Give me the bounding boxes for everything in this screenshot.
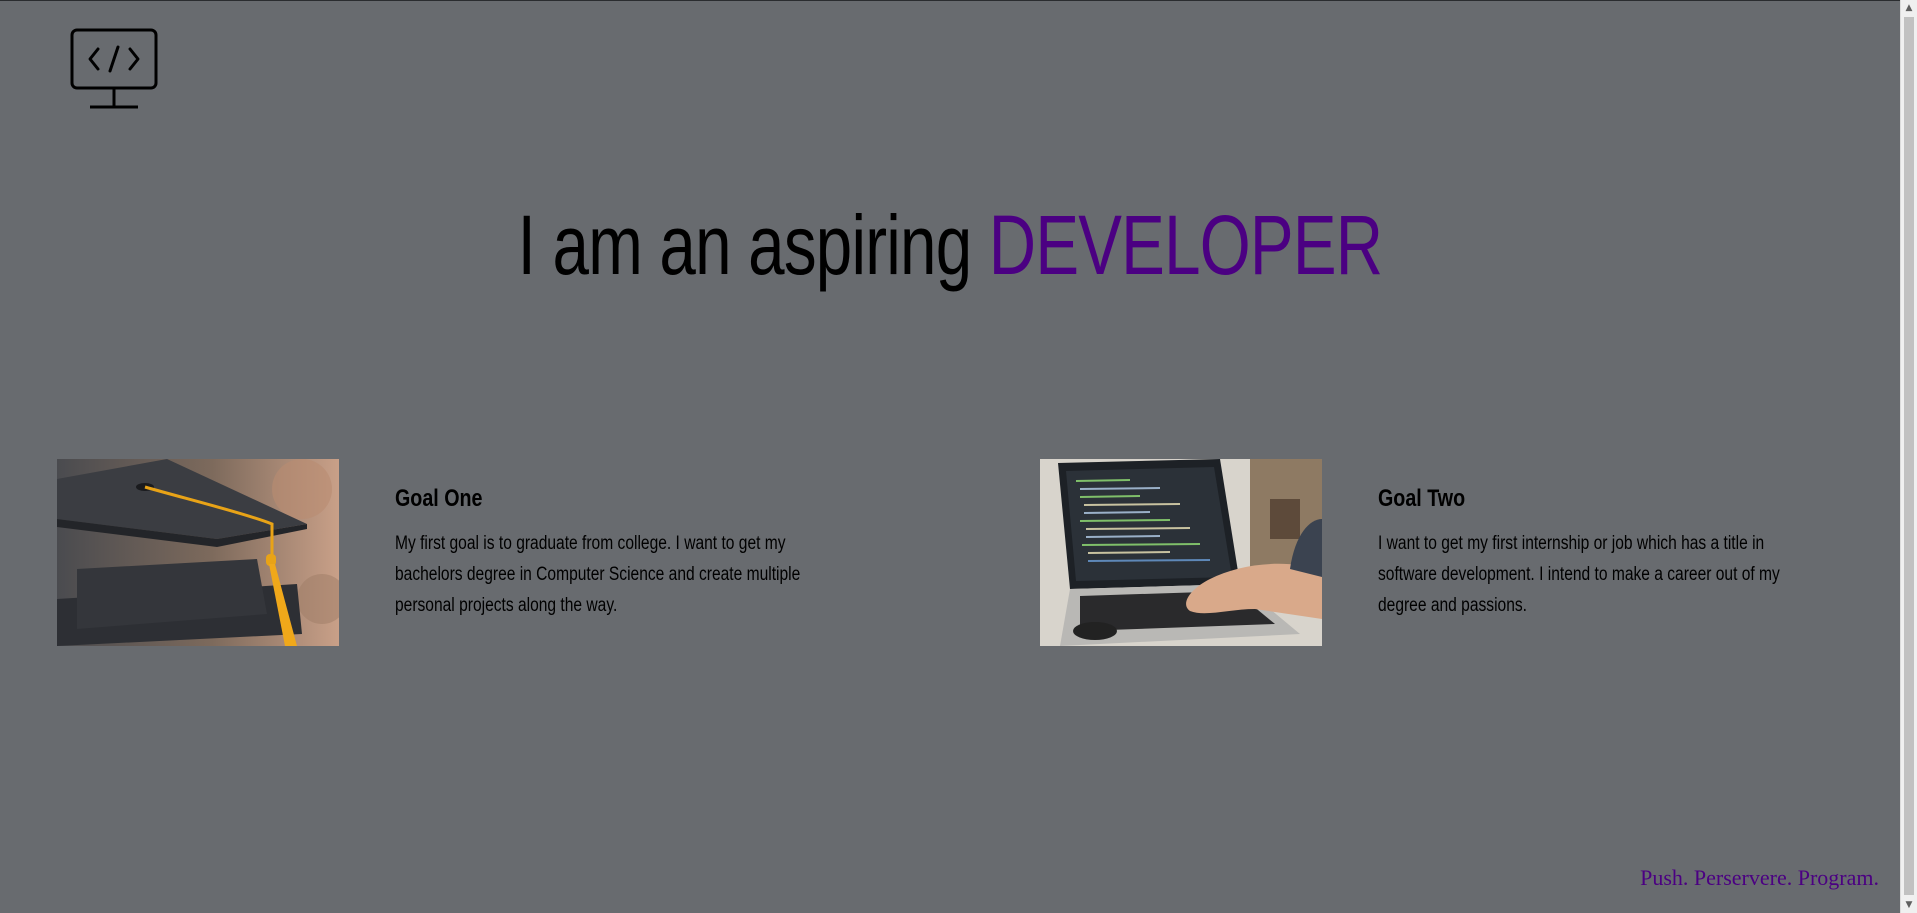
goal-one-body: My first goal is to graduate from colleg… [395, 533, 801, 616]
footer-tagline: Push. Perservere. Program. [1640, 865, 1879, 890]
goal-two: Goal Two I want to get my first internsh… [1378, 480, 1828, 621]
vertical-scrollbar[interactable]: ▲ ▼ [1900, 0, 1917, 913]
goal-one-title: Goal One [395, 485, 483, 512]
goal-one: Goal One My first goal is to graduate fr… [395, 480, 845, 621]
goal-two-title: Goal Two [1378, 485, 1466, 512]
hero-prefix: I am an aspiring [517, 198, 989, 292]
laptop-coding-photo [1040, 459, 1322, 646]
graduation-cap-photo [57, 459, 339, 646]
window-top-border [0, 0, 1917, 1]
code-monitor-icon[interactable] [70, 28, 158, 110]
scrollbar-thumb[interactable] [1904, 17, 1914, 895]
goal-two-body: I want to get my first internship or job… [1378, 533, 1780, 616]
hero-heading: I am an aspiring DEVELOPER [209, 190, 1691, 300]
scroll-up-arrow-icon[interactable]: ▲ [1901, 0, 1917, 16]
hero-highlight: DEVELOPER [988, 198, 1383, 292]
scroll-down-arrow-icon[interactable]: ▼ [1901, 897, 1917, 913]
